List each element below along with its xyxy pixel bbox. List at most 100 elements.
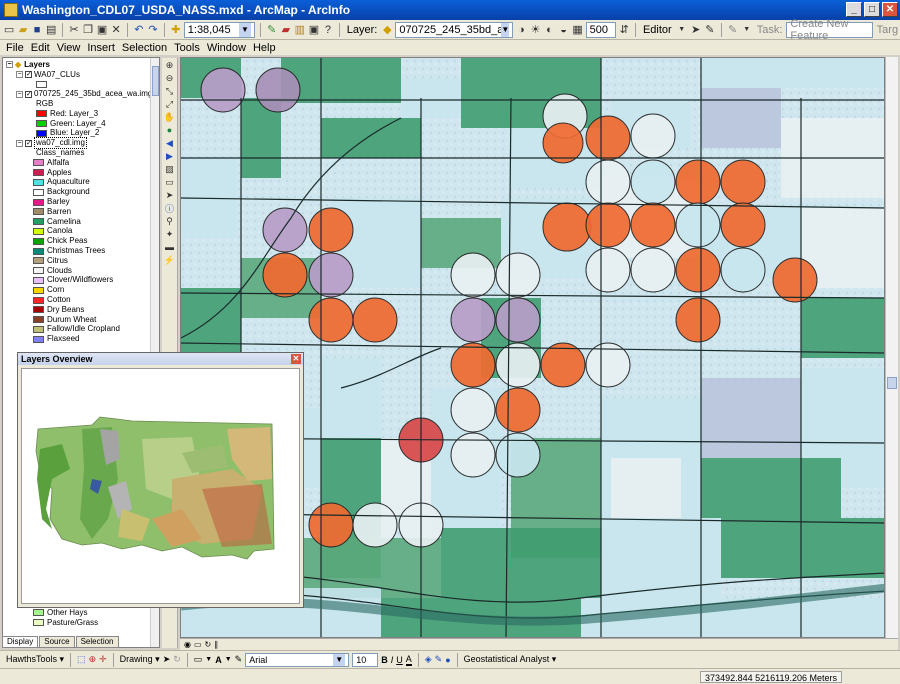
legend-class-item[interactable]: Camelina bbox=[6, 217, 159, 227]
collapse-icon[interactable]: − bbox=[6, 61, 13, 69]
rectangle-icon[interactable]: ▭ bbox=[194, 654, 203, 665]
pan-hand-icon[interactable]: ✋ bbox=[163, 111, 177, 123]
toc-layer-clus[interactable]: WA07_CLUs bbox=[34, 70, 80, 80]
save-icon[interactable]: ■ bbox=[31, 22, 43, 38]
collapse-icon[interactable]: − bbox=[16, 139, 23, 147]
contrast-icon[interactable]: ◑ bbox=[515, 22, 527, 38]
undo-icon[interactable]: ↶ bbox=[133, 22, 145, 38]
legend-swatch[interactable] bbox=[33, 159, 44, 167]
hawths-tools-menu[interactable]: HawthsTools ▾ bbox=[6, 654, 64, 665]
legend-class-item[interactable]: Barren bbox=[6, 207, 159, 217]
legend-swatch[interactable] bbox=[33, 609, 44, 617]
chevron-down-icon[interactable]: ▼ bbox=[225, 656, 232, 663]
layer-visibility-checkbox[interactable]: ✓ bbox=[25, 71, 32, 79]
overview-close-icon[interactable]: ✕ bbox=[291, 354, 301, 364]
sketch-tool-icon[interactable]: ✎ bbox=[704, 22, 716, 38]
pencil-icon[interactable]: ✎ bbox=[727, 22, 739, 38]
legend-swatch[interactable] bbox=[33, 178, 44, 186]
underline-button[interactable]: U bbox=[396, 655, 403, 665]
marker-color-icon[interactable]: ● bbox=[445, 655, 450, 665]
legend-swatch[interactable] bbox=[33, 267, 44, 275]
collapse-icon[interactable]: − bbox=[16, 71, 23, 79]
legend-class-item[interactable]: Pasture/Grass bbox=[6, 618, 98, 628]
legend-swatch[interactable] bbox=[33, 276, 44, 284]
tab-display[interactable]: Display bbox=[2, 636, 39, 648]
chevron-down-icon[interactable]: ▼ bbox=[205, 656, 212, 663]
geostatistical-analyst-menu[interactable]: Geostatistical Analyst ▾ bbox=[464, 654, 557, 665]
legend-swatch[interactable] bbox=[33, 247, 44, 255]
legend-swatch[interactable] bbox=[33, 237, 44, 245]
legend-swatch[interactable] bbox=[33, 188, 44, 196]
legend-class-item[interactable]: Citrus bbox=[6, 256, 159, 266]
layer-combo[interactable]: 070725_245_35bd_acea_wa.ir ▼ bbox=[395, 21, 514, 38]
fixed-zoom-out-icon[interactable]: ⤢ bbox=[163, 98, 177, 110]
italic-button[interactable]: I bbox=[391, 655, 394, 665]
layer-visibility-checkbox[interactable]: ✓ bbox=[25, 90, 32, 98]
font-size-combo[interactable]: 10 bbox=[352, 652, 379, 667]
brightness-icon[interactable]: ☀ bbox=[529, 22, 541, 38]
legend-class-item[interactable]: Chick Peas bbox=[6, 236, 159, 246]
whats-this-icon[interactable]: ? bbox=[322, 22, 334, 38]
delete-icon[interactable]: ✕ bbox=[110, 22, 122, 38]
rotate-icon[interactable]: ↻ bbox=[173, 654, 181, 665]
zoom-resolution-icon[interactable]: ▦ bbox=[572, 22, 584, 38]
layout-view-icon[interactable]: ▭ bbox=[194, 640, 202, 649]
toc-layer-naip[interactable]: 070725_245_35bd_acea_wa.img bbox=[34, 89, 152, 99]
chevron-down-icon[interactable]: ▼ bbox=[741, 22, 753, 38]
chevron-down-icon[interactable]: ▼ bbox=[501, 22, 510, 37]
go-to-xy-icon[interactable]: ✦ bbox=[163, 228, 177, 240]
legend-class-item[interactable]: Clouds bbox=[6, 266, 159, 276]
close-button[interactable]: ✕ bbox=[882, 2, 898, 17]
select-features-icon[interactable]: ▨ bbox=[163, 163, 177, 175]
add-data-icon[interactable]: ✚ bbox=[170, 22, 182, 38]
legend-swatch[interactable] bbox=[33, 208, 44, 216]
font-combo[interactable]: Arial ▼ bbox=[245, 652, 350, 667]
legend-swatch[interactable] bbox=[33, 169, 44, 177]
full-extent-globe-icon[interactable]: ● bbox=[163, 124, 177, 136]
crosshair-icon[interactable]: ✛ bbox=[99, 654, 107, 665]
legend-class-item[interactable]: Clover/Wildflowers bbox=[6, 275, 159, 286]
edit-tool-icon[interactable]: ➤ bbox=[690, 22, 702, 38]
legend-swatch[interactable] bbox=[33, 618, 44, 626]
legend-swatch[interactable] bbox=[33, 198, 44, 206]
legend-class-item[interactable]: Dry Beans bbox=[6, 305, 159, 315]
number-combo[interactable]: 500 bbox=[585, 21, 617, 38]
chevron-down-icon[interactable]: ▼ bbox=[676, 22, 688, 38]
legend-class-item[interactable]: Barley bbox=[6, 197, 159, 207]
menu-view[interactable]: View bbox=[57, 42, 81, 54]
minimize-button[interactable]: _ bbox=[846, 2, 862, 17]
legend-class-item[interactable]: Alfalfa bbox=[6, 158, 159, 168]
menu-help[interactable]: Help bbox=[253, 42, 276, 54]
map-vertical-scrollbar[interactable] bbox=[885, 57, 898, 638]
fill-color-icon[interactable]: ◈ bbox=[425, 654, 432, 665]
legend-swatch[interactable] bbox=[33, 335, 44, 343]
fixed-zoom-in-icon[interactable]: ⤡ bbox=[163, 85, 177, 97]
menu-file[interactable]: File bbox=[6, 42, 24, 54]
paste-icon[interactable]: ▣ bbox=[96, 22, 108, 38]
font-color-icon[interactable]: A bbox=[405, 654, 412, 666]
edit-vertices-icon[interactable]: ✎ bbox=[235, 654, 243, 665]
print-icon[interactable]: ▤ bbox=[45, 22, 57, 38]
clear-selection-icon[interactable]: ▭ bbox=[163, 176, 177, 188]
legend-class-item[interactable]: Background bbox=[6, 187, 159, 197]
arctoolbox-icon[interactable]: ▰ bbox=[280, 22, 292, 38]
menu-tools[interactable]: Tools bbox=[174, 42, 200, 54]
legend-class-item[interactable]: Flaxseed bbox=[6, 334, 159, 344]
legend-swatch[interactable] bbox=[33, 296, 44, 304]
menu-selection[interactable]: Selection bbox=[122, 42, 167, 54]
forward-arrow-icon[interactable]: ▶ bbox=[163, 150, 177, 162]
maximize-button[interactable]: □ bbox=[864, 2, 880, 17]
legend-class-item[interactable]: Corn bbox=[6, 285, 159, 295]
line-color-icon[interactable]: ✎ bbox=[435, 654, 443, 665]
legend-class-item[interactable]: Apples bbox=[6, 168, 159, 178]
legend-class-item[interactable]: Aquaculture bbox=[6, 177, 159, 188]
task-combo[interactable]: Create New Feature bbox=[786, 18, 873, 42]
arccatalog-icon[interactable]: ▥ bbox=[294, 22, 306, 38]
menu-window[interactable]: Window bbox=[207, 42, 246, 54]
data-view-icon[interactable]: ◉ bbox=[184, 640, 191, 649]
legend-class-item[interactable]: Fallow/Idle Cropland bbox=[6, 324, 159, 335]
chevron-down-icon[interactable]: ▼ bbox=[239, 22, 251, 37]
legend-class-item[interactable]: Canola bbox=[6, 226, 159, 237]
overview-map[interactable] bbox=[21, 368, 300, 604]
select-elements-arrow-icon[interactable]: ➤ bbox=[163, 189, 177, 201]
